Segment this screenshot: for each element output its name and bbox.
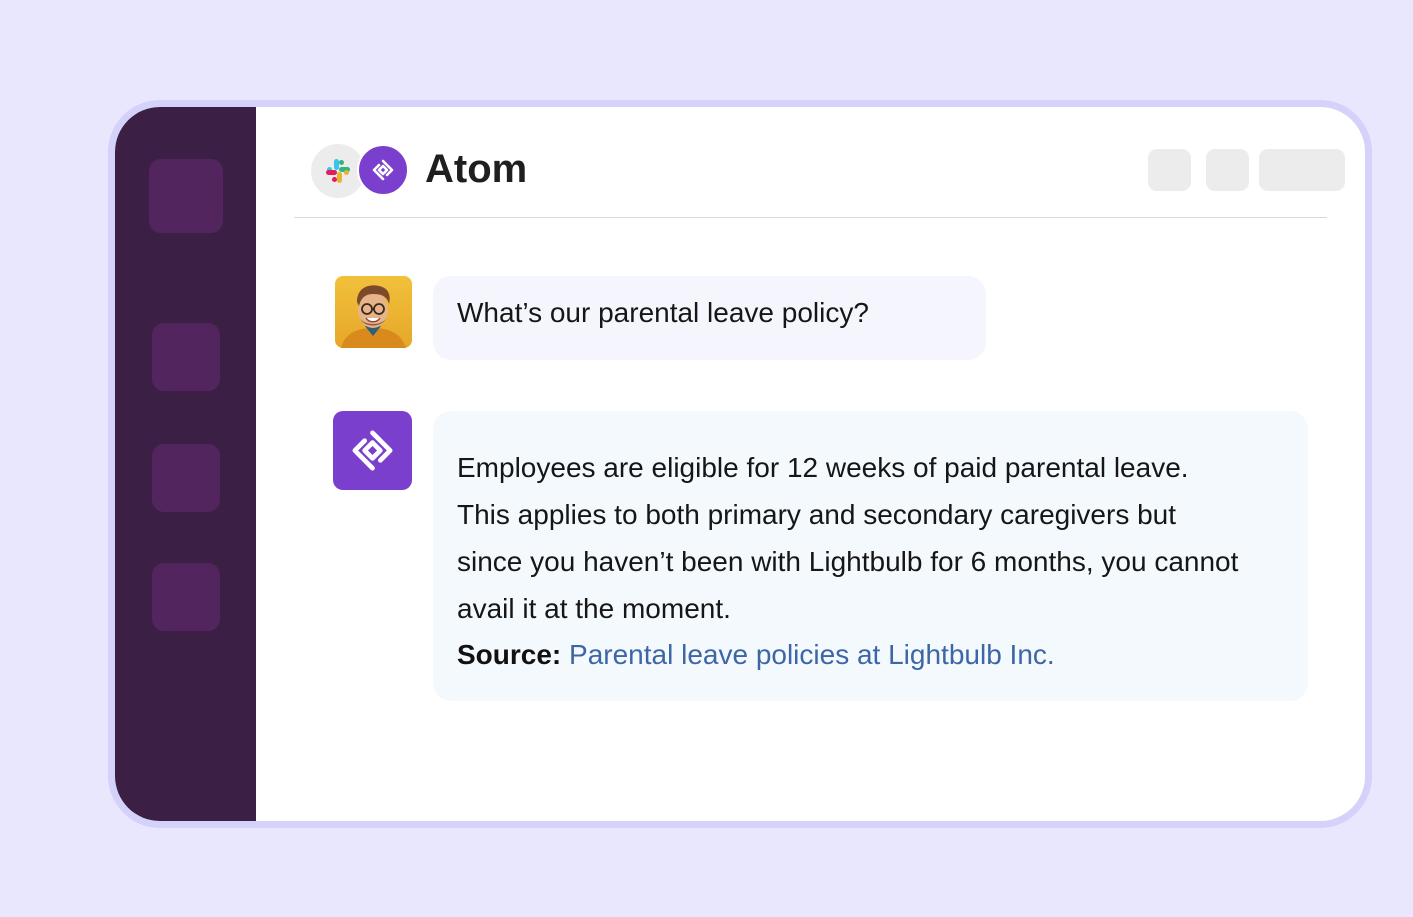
header-action-button-1[interactable] xyxy=(1148,149,1191,191)
user-avatar xyxy=(335,276,412,348)
sidebar xyxy=(115,107,256,821)
user-message-bubble: What’s our parental leave policy? xyxy=(433,276,986,360)
source-line: Source: Parental leave policies at Light… xyxy=(457,635,1284,675)
sidebar-item-2[interactable] xyxy=(152,444,220,512)
page-title: Atom xyxy=(425,147,528,191)
sidebar-item-1[interactable] xyxy=(152,323,220,391)
bot-message-text: Employees are eligible for 12 weeks of p… xyxy=(457,452,1239,624)
chat-header: Atom xyxy=(294,107,1345,218)
atom-logo-icon xyxy=(357,144,409,196)
bot-message-bubble: Employees are eligible for 12 weeks of p… xyxy=(433,411,1308,701)
header-action-button-2[interactable] xyxy=(1206,149,1249,191)
atom-logo-icon xyxy=(352,430,393,471)
source-label: Source: xyxy=(457,639,562,670)
bot-avatar xyxy=(333,411,412,490)
header-action-button-3[interactable] xyxy=(1259,149,1345,191)
sidebar-workspace-tile[interactable] xyxy=(149,159,223,233)
source-link[interactable]: Parental leave policies at Lightbulb Inc… xyxy=(569,639,1055,670)
main-panel: Atom What’s our parental leave policy? E… xyxy=(256,107,1365,821)
user-message-text: What’s our parental leave policy? xyxy=(457,297,869,328)
app-window: Atom What’s our parental leave policy? E… xyxy=(108,100,1372,828)
sidebar-item-3[interactable] xyxy=(152,563,220,631)
